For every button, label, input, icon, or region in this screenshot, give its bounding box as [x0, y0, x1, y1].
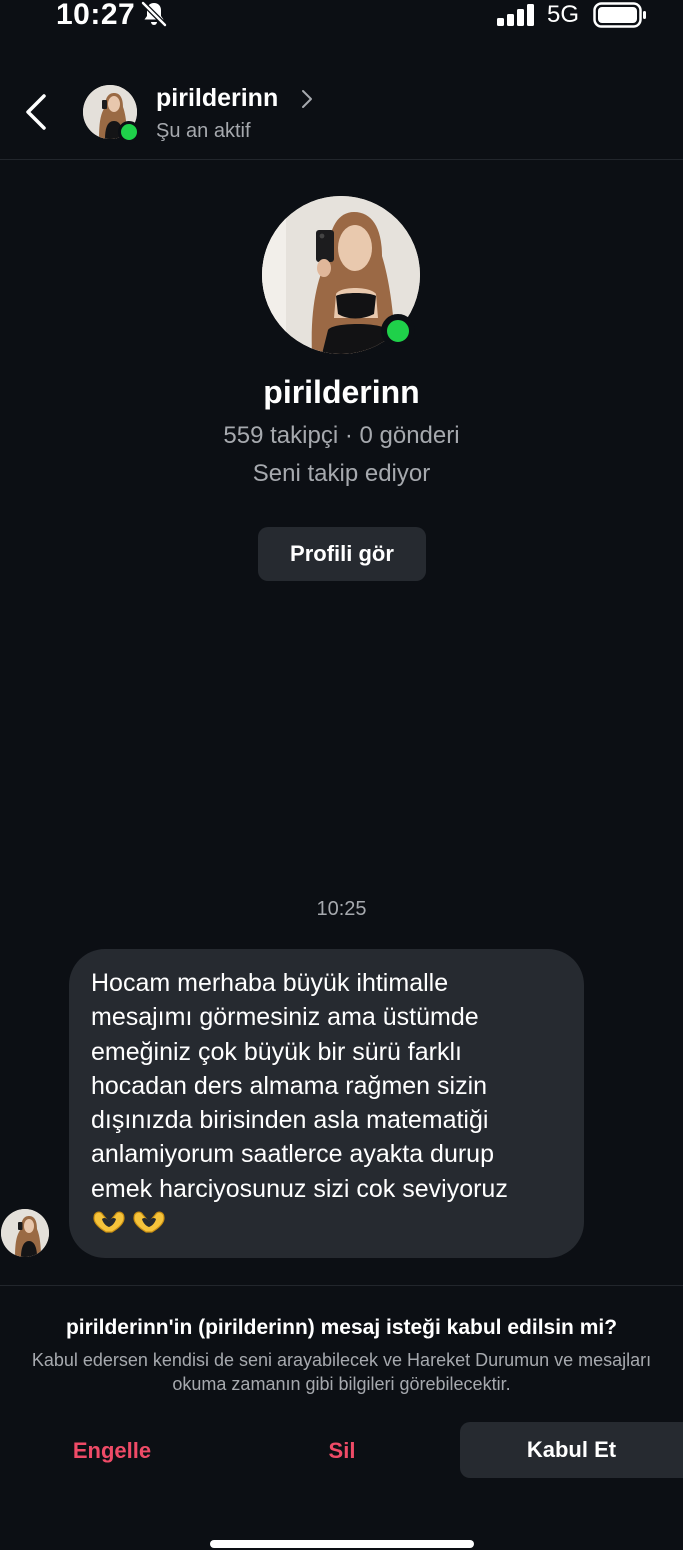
- status-time: 10:27: [56, 0, 136, 31]
- network-label: 5G: [547, 1, 580, 28]
- profile-name: pirilderinn: [263, 374, 420, 410]
- message-request-panel: pirilderinn'in (pirilderinn) mesaj isteğ…: [0, 1285, 683, 1550]
- heart-hands-icon: [133, 1211, 165, 1233]
- profile-stats: 559 takipçi · 0 gönderi: [223, 422, 460, 449]
- accept-button[interactable]: Kabul Et: [460, 1422, 683, 1478]
- chevron-right-icon[interactable]: [300, 88, 314, 110]
- follow-status: Seni takip ediyor: [252, 460, 431, 487]
- heart-hands-icon: [93, 1211, 125, 1233]
- bell-off-icon: [141, 1, 167, 27]
- message-text: Hocam merhaba büyük ihtimalle mesajımı g…: [91, 969, 508, 1203]
- battery-icon: [593, 2, 646, 28]
- view-profile-button[interactable]: Profili gör: [258, 527, 426, 581]
- delete-button[interactable]: Sil: [292, 1434, 392, 1468]
- signal-icon: [497, 4, 534, 26]
- active-status: Şu an aktif: [156, 120, 251, 142]
- status-bar: 10:27 5G: [0, 0, 683, 36]
- home-indicator[interactable]: [210, 1540, 474, 1548]
- request-description: Kabul edersen kendisi de seni arayabilec…: [31, 1350, 652, 1394]
- message-timestamp: 10:25: [316, 898, 367, 920]
- profile-online-indicator: [381, 314, 415, 348]
- dm-request-screen: 10:27 5G pirilderinn Şu an aktif pirilde…: [0, 0, 683, 1550]
- header-username[interactable]: pirilderinn: [156, 84, 278, 113]
- block-button[interactable]: Engelle: [36, 1434, 188, 1468]
- chat-header: pirilderinn Şu an aktif: [0, 60, 683, 160]
- message-bubble[interactable]: Hocam merhaba büyük ihtimalle mesajımı g…: [69, 949, 584, 1258]
- online-indicator: [118, 121, 140, 143]
- back-button[interactable]: [18, 90, 54, 134]
- request-title: pirilderinn'in (pirilderinn) mesaj isteğ…: [65, 1316, 618, 1339]
- sender-photo: [1, 1209, 49, 1257]
- sender-avatar[interactable]: [1, 1209, 49, 1257]
- emoji-row: [91, 1208, 562, 1234]
